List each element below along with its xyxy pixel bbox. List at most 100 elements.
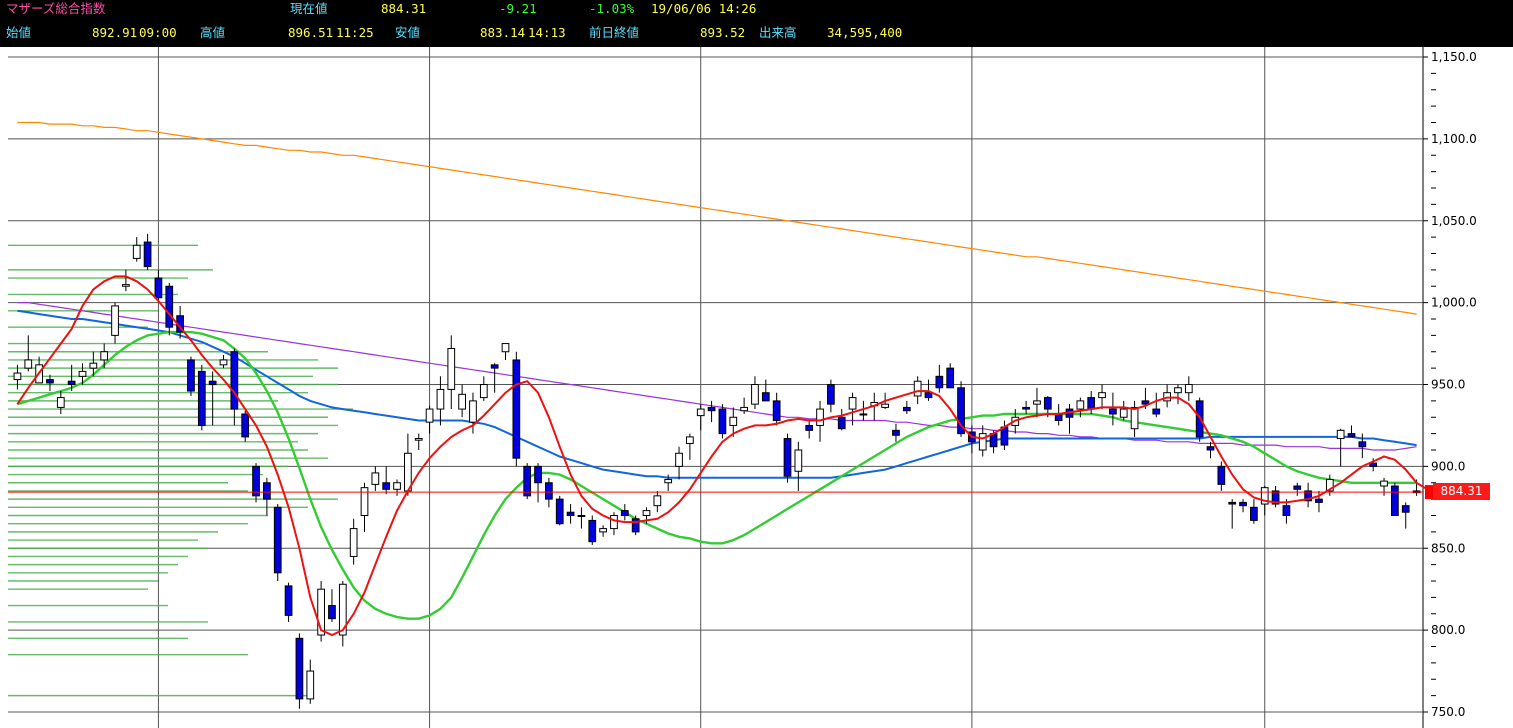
candle-body (154, 277, 163, 299)
datetime: 19/06/06 14:26 (651, 1, 757, 16)
candle-body (479, 384, 488, 399)
low-time: 14:13 (528, 25, 566, 40)
candle-body (686, 436, 694, 444)
candle-body (696, 408, 705, 417)
candle-body (523, 465, 532, 497)
low-label: 安値 (395, 25, 421, 40)
candlestick-chart-area[interactable]: 1,150.0 1,100.0 1,050.0 1,000.0 950.0 900.0 85… (0, 47, 1513, 728)
candle-body (512, 359, 521, 459)
candle-body (100, 351, 109, 361)
candle-body (751, 384, 759, 405)
candle-body (393, 482, 401, 490)
candle-body (610, 515, 618, 530)
candle-body (13, 372, 22, 381)
ma-long-line (17, 309, 1417, 479)
candle-body (187, 359, 195, 392)
ma-mid-line (17, 330, 1417, 620)
candle-body (566, 511, 575, 517)
candlestick-chart[interactable]: 1,150.0 1,100.0 1,050.0 1,000.0 950.0 900.0 85… (0, 47, 1513, 728)
candle-body (1239, 501, 1247, 507)
candle-body (1217, 465, 1226, 485)
candle-body (263, 482, 271, 500)
candle-body (837, 416, 846, 430)
candle-body (273, 506, 282, 574)
candle-body (534, 465, 542, 484)
candle-body (1043, 397, 1052, 410)
open-label: 始値 (6, 25, 32, 40)
candle-body (490, 364, 499, 369)
candle-body (946, 367, 955, 389)
candle-body (469, 400, 477, 423)
candle-body (1250, 506, 1258, 521)
high-value: 896.51 (288, 25, 334, 40)
candle-body (1293, 485, 1302, 490)
candle-body (1076, 400, 1085, 410)
candle-body (111, 305, 119, 336)
candle-body (1206, 446, 1215, 451)
candle-body (805, 424, 814, 431)
current-price-marker (1425, 485, 1433, 500)
candle-body (1087, 397, 1096, 410)
candle-body (230, 351, 239, 410)
candle-body (816, 408, 824, 426)
candle-body (78, 370, 87, 377)
candle-body (241, 413, 250, 438)
candle-body (588, 519, 597, 543)
current-value: 884.31 (381, 1, 427, 16)
candle-body (436, 388, 445, 410)
candle-body (1000, 426, 1009, 446)
high-label: 高値 (200, 25, 226, 40)
candle-body (306, 670, 315, 700)
candle-body (284, 585, 293, 616)
candle-body (1315, 498, 1323, 503)
candle-body (827, 384, 835, 405)
candle-body (935, 375, 944, 389)
candle-body (1358, 441, 1367, 448)
candle-body (1119, 408, 1128, 418)
y-tick-label: 950.0 (1431, 378, 1465, 392)
candle-body (902, 406, 911, 412)
candle-body (740, 406, 748, 412)
candle-body (1228, 501, 1237, 505)
candle-body (1336, 429, 1345, 440)
candle-body (1098, 392, 1106, 399)
candle-body (1152, 408, 1161, 415)
candle-body (555, 498, 564, 525)
y-tick-label: 900.0 (1431, 459, 1465, 473)
candle-body (761, 392, 770, 402)
candle-body (783, 438, 792, 477)
y-tick-label: 850.0 (1431, 541, 1465, 555)
y-tick-label: 750.0 (1431, 705, 1465, 719)
candle-body (794, 449, 803, 472)
candle-body (892, 429, 900, 436)
candle-body (881, 403, 889, 408)
candle-body (425, 408, 434, 423)
candle-body (371, 472, 380, 485)
candle-body (1130, 406, 1139, 430)
open-time: 09:00 (139, 25, 177, 40)
candle-body (924, 392, 933, 399)
candle-body (642, 510, 651, 516)
candle-body (89, 362, 98, 369)
volume-value: 34,595,400 (827, 25, 903, 40)
ma-longest-line (17, 121, 1417, 315)
candle-body (295, 637, 304, 700)
candle-body (143, 241, 152, 268)
candle-body (501, 343, 510, 353)
candle-body (219, 359, 228, 366)
y-tick-label: 1,100.0 (1431, 132, 1477, 146)
candle-body (56, 397, 65, 408)
candle-body (165, 285, 174, 328)
candle-body (913, 380, 922, 397)
candle-body (252, 465, 260, 497)
candle-body (577, 515, 586, 517)
candle-body (1391, 485, 1399, 516)
candle-body (978, 433, 987, 451)
high-time: 11:25 (336, 25, 374, 40)
candle-body (328, 605, 336, 620)
current-price-tag: 884.31 (1433, 483, 1490, 500)
candle-body (664, 478, 673, 484)
candle-body (599, 528, 607, 533)
index-name: マザーズ総合指数 (6, 1, 106, 16)
candle-body (675, 452, 683, 467)
